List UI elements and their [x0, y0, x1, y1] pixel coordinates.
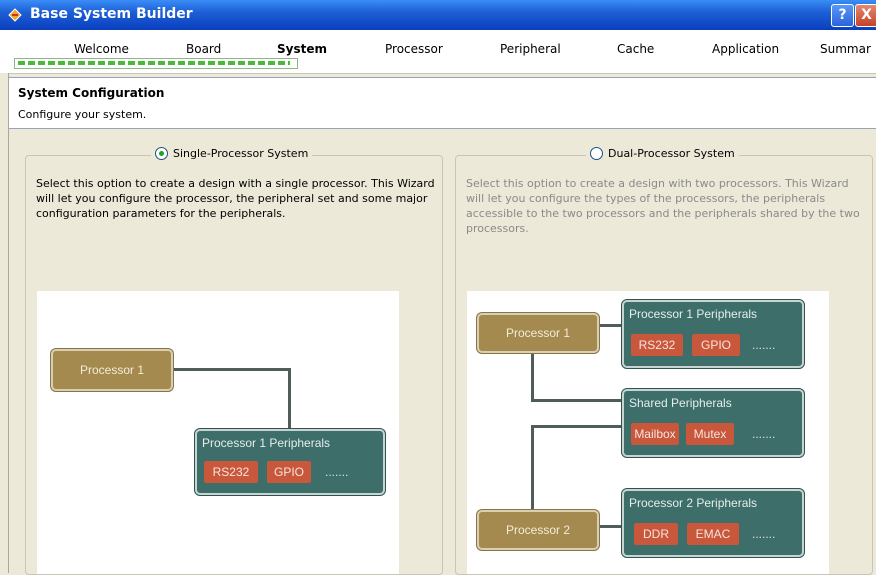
shared-peripherals-title: Shared Peripherals — [629, 396, 732, 410]
single-processor-option[interactable]: Single-Processor System — [151, 147, 313, 160]
chip-rs232: RS232 — [631, 334, 683, 356]
more-dots: ....... — [752, 527, 776, 541]
help-button[interactable]: ? — [831, 4, 854, 27]
step-cache: Cache — [617, 42, 655, 56]
dual-processor-label: Dual-Processor System — [608, 147, 735, 160]
step-system: System — [277, 42, 327, 56]
connector — [288, 368, 291, 432]
close-button[interactable]: X — [855, 4, 876, 27]
chip-gpio: GPIO — [692, 334, 740, 356]
dual-processor-option[interactable]: Dual-Processor System — [586, 147, 739, 160]
step-board: Board — [186, 42, 222, 56]
chip-rs232: RS232 — [204, 461, 258, 483]
single-diagram: Processor 1 Processor 1 Peripherals RS23… — [37, 291, 399, 574]
processor-1-box: Processor 1 — [477, 313, 599, 353]
connector — [596, 324, 622, 327]
processor-2-peripherals-box: Processor 2 Peripherals DDR EMAC ....... — [622, 489, 804, 557]
single-processor-desc: Select this option to create a design wi… — [36, 177, 435, 220]
step-welcome: Welcome — [74, 42, 129, 56]
page-title: System Configuration — [18, 86, 165, 100]
shared-peripherals-box: Shared Peripherals Mailbox Mutex ....... — [622, 389, 804, 457]
connector — [531, 425, 623, 428]
more-dots: ....... — [325, 465, 349, 479]
processor-1-peripherals-title: Processor 1 Peripherals — [629, 307, 758, 321]
processor-2-box: Processor 2 — [477, 510, 599, 550]
app-icon — [8, 8, 22, 22]
window-left-edge — [0, 73, 9, 573]
chip-emac: EMAC — [687, 523, 739, 545]
single-processor-radio[interactable] — [155, 147, 168, 160]
dual-processor-desc: Select this option to create a design wi… — [466, 177, 860, 235]
more-dots: ....... — [752, 338, 776, 352]
single-processor-label: Single-Processor System — [173, 147, 309, 160]
more-dots: ....... — [752, 427, 776, 441]
processor-1-box: Processor 1 — [51, 349, 173, 391]
peripherals-title: Processor 1 Peripherals — [202, 436, 331, 450]
connector — [531, 348, 534, 402]
step-processor: Processor — [385, 42, 443, 56]
connector — [170, 368, 291, 371]
dual-processor-radio[interactable] — [590, 147, 603, 160]
step-summary: Summar — [820, 42, 871, 56]
page-header: System Configuration Configure your syst… — [9, 77, 876, 129]
chip-ddr: DDR — [634, 523, 678, 545]
connector — [531, 425, 534, 511]
single-processor-group: Single-Processor System Select this opti… — [25, 147, 443, 575]
dual-processor-group: Dual-Processor System Select this option… — [455, 147, 873, 575]
processor-1-peripherals-box: Processor 1 Peripherals RS232 GPIO .....… — [622, 300, 804, 368]
step-application: Application — [712, 42, 780, 56]
dual-diagram: Processor 1 Processor 1 Peripherals RS23… — [467, 291, 829, 574]
connector — [531, 399, 623, 402]
chip-mutex: Mutex — [686, 423, 734, 445]
progress-bar — [18, 61, 290, 65]
page-subtitle: Configure your system. — [18, 108, 147, 121]
chip-gpio: GPIO — [267, 461, 311, 483]
step-peripheral: Peripheral — [500, 42, 561, 56]
window-title: Base System Builder — [30, 6, 193, 22]
peripherals-box: Processor 1 Peripherals RS232 GPIO .....… — [195, 429, 385, 495]
processor-2-peripherals-title: Processor 2 Peripherals — [629, 496, 758, 510]
connector — [596, 525, 622, 528]
chip-mailbox: Mailbox — [631, 423, 679, 445]
title-bar: Base System Builder ? X — [0, 0, 876, 30]
